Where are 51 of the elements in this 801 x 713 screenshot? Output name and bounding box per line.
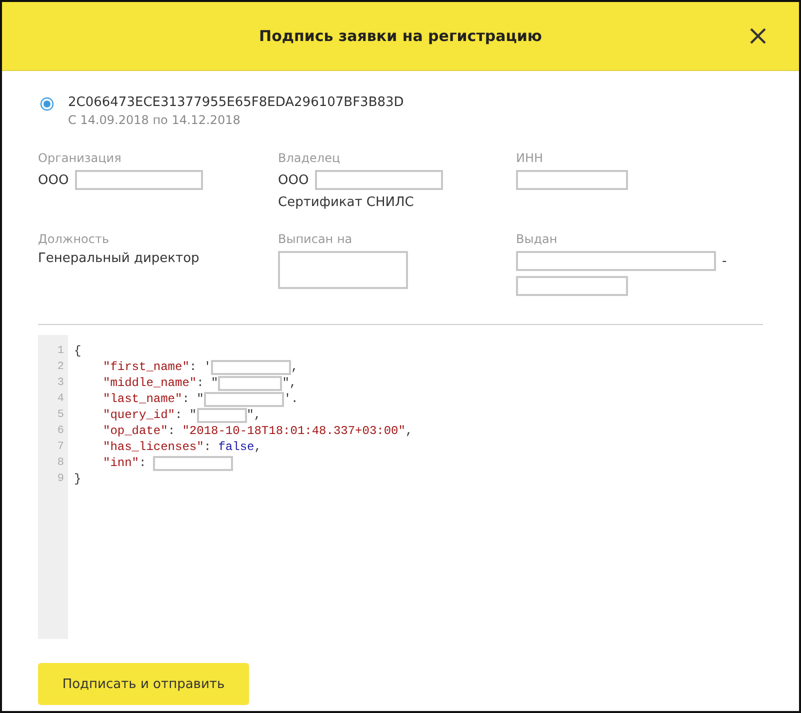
line-number: 1 (57, 344, 64, 359)
certificate-serial: 2C066473ECE31377955E65F8EDA296107BF3B83D (68, 95, 404, 110)
code-string: "2018-10-18T18:01:48.337+03:00" (182, 423, 406, 439)
field-value: ООО (278, 172, 309, 188)
code-key: "has_licenses" (103, 439, 204, 455)
field-label: Владелец (278, 151, 342, 165)
line-number: 3 (57, 376, 64, 391)
radio-button[interactable] (40, 97, 54, 111)
validity-period: С 14.09.2018 по 14.12.2018 (68, 113, 242, 127)
field-label: Должность (38, 232, 110, 246)
code-punctuation: : ' (189, 359, 212, 375)
code-punctuation: ", (282, 375, 297, 391)
code-punctuation: , (291, 359, 298, 375)
line-number: 2 (57, 360, 64, 375)
code-key: "middle_name" (103, 375, 197, 391)
line-number: 4 (57, 392, 64, 407)
code-punctuation: , (254, 439, 262, 455)
code-punctuation: ", (246, 407, 262, 423)
code-punctuation: : " (182, 391, 204, 407)
code-literal: false (218, 439, 254, 455)
code-key: "query_id" (103, 407, 176, 423)
field-value: Сертификат СНИЛС (278, 195, 414, 210)
code-punctuation: : (168, 423, 176, 439)
code-punctuation: } (74, 471, 82, 487)
close-icon[interactable] (749, 27, 767, 45)
field-value: Генеральный директор (38, 251, 200, 266)
code-key: "op_date" (103, 423, 168, 439)
line-number: 7 (57, 440, 64, 455)
code-key: "last_name" (103, 391, 182, 407)
dialog-title: Подпись заявки на регистрацию (259, 27, 542, 45)
code-punctuation: : " (175, 407, 197, 423)
line-number: 8 (57, 456, 64, 471)
field-label: Организация (38, 151, 122, 165)
field-value: ООО (38, 172, 69, 188)
field-label: Выписан на (278, 232, 354, 246)
line-number: 5 (57, 408, 64, 423)
line-number: 9 (57, 472, 64, 487)
redaction-box (218, 376, 282, 390)
field-label: ИНН (516, 151, 544, 165)
field-label: Выдан (516, 232, 558, 246)
code-punctuation: : (204, 439, 212, 455)
code-punctuation: , (405, 423, 413, 439)
code-punctuation: : " (196, 375, 218, 391)
code-key: "first_name" (103, 359, 190, 375)
code-punctuation: { (74, 343, 82, 359)
code-punctuation: '. (284, 391, 298, 407)
code-key: "inn" (103, 455, 140, 471)
line-number: 6 (57, 424, 64, 439)
submit-button[interactable]: Подписать и отправить (38, 663, 249, 705)
code-punctuation: : (139, 455, 148, 471)
field-value: - (722, 254, 727, 268)
